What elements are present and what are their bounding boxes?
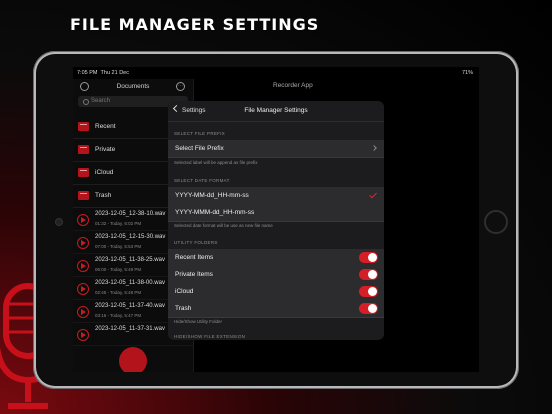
prefix-row-label: Select File Prefix	[175, 145, 224, 152]
utility-row-icloud: iCloud	[168, 283, 384, 301]
search-icon	[83, 99, 89, 105]
sidebar-header: Documents ···	[73, 79, 193, 95]
status-date: Thu 21 Dec	[100, 70, 129, 76]
play-icon[interactable]	[77, 306, 89, 318]
section-prefix-header: SELECT FILE PREFIX	[174, 131, 226, 136]
utility-footer: Hide/Show Utility Folder	[174, 319, 223, 324]
recording-meta: 03:16 - Today, 5:47 PM	[95, 313, 142, 318]
record-button[interactable]	[119, 347, 147, 372]
date-format-option[interactable]: YYYY-MMM-dd_HH-mm-ss	[168, 204, 384, 222]
section-utility-header: UTILITY FOLDERS	[174, 240, 218, 245]
play-icon[interactable]	[77, 214, 89, 226]
select-prefix-row[interactable]: Select File Prefix	[168, 140, 384, 158]
recording-name: 2023-12-05_11-38-25.wav	[95, 257, 165, 263]
recording-name: 2023-12-05_12-38-10.wav	[95, 211, 166, 217]
status-bar: 7:05 PM Thu 21 Dec 71%	[73, 67, 479, 79]
date-option-label: YYYY-MM-dd_HH-mm-ss	[175, 192, 249, 199]
folder-label: Trash	[95, 192, 112, 199]
app-screen: 7:05 PM Thu 21 Dec 71% Documents ··· Sea…	[73, 67, 479, 372]
utility-label: Recent Items	[175, 254, 214, 261]
main-title: Recorder App	[273, 82, 313, 89]
home-button[interactable]	[484, 210, 508, 234]
folder-label: Private	[95, 146, 116, 153]
utility-row-trash: Trash	[168, 300, 384, 318]
folder-icon	[78, 122, 89, 131]
section-extension-header: HIDE/SHOW FILE EXTENSION	[174, 334, 246, 339]
utility-label: Private Items	[175, 271, 213, 278]
prefix-footer: Selected label will be append as file pr…	[174, 160, 258, 165]
status-time: 7:05 PM	[77, 70, 98, 76]
recording-name: 2023-12-05_12-15-30.wav	[95, 234, 166, 240]
modal-title: File Manager Settings	[244, 107, 308, 114]
date-format-option[interactable]: YYYY-MM-dd_HH-mm-ss	[168, 187, 384, 205]
play-icon[interactable]	[77, 283, 89, 295]
battery-level: 71%	[461, 70, 473, 76]
date-option-label: YYYY-MMM-dd_HH-mm-ss	[175, 209, 255, 216]
folder-label: Recent	[95, 123, 116, 130]
recording-name: 2023-12-05_11-37-40.wav	[95, 303, 165, 309]
recording-meta: 06:00 - Today, 5:49 PM	[95, 267, 142, 272]
settings-modal: Settings File Manager Settings SELECT FI…	[168, 101, 384, 340]
utility-label: Trash	[175, 305, 192, 312]
utility-row-private: Private Items	[168, 266, 384, 284]
checkmark-icon	[369, 190, 377, 199]
utility-row-recent: Recent Items	[168, 249, 384, 267]
cloud-icon	[78, 168, 89, 177]
folder-label: iCloud	[95, 169, 114, 176]
date-footer: Selected date format will be use as new …	[174, 223, 273, 228]
utility-label: iCloud	[175, 288, 194, 295]
play-icon[interactable]	[77, 260, 89, 272]
recording-meta: 01:32 - Today, 6:02 PM	[95, 221, 142, 226]
folder-icon	[78, 145, 89, 154]
recording-name: 2023-12-05_11-37-31.wav	[95, 326, 165, 332]
sidebar-title: Documents	[116, 83, 150, 90]
modal-header: Settings File Manager Settings	[168, 101, 384, 122]
toggle-switch[interactable]	[359, 286, 378, 297]
recording-name: 2023-12-05_11-38-00.wav	[95, 280, 165, 286]
trash-icon	[78, 191, 89, 200]
camera-icon	[55, 218, 63, 226]
toggle-switch[interactable]	[359, 252, 378, 263]
recording-meta: 07:00 - Today, 5:53 PM	[95, 244, 142, 249]
search-placeholder: Search	[91, 98, 111, 104]
page-headline: FILE MANAGER SETTINGS	[70, 15, 320, 34]
more-icon[interactable]: ···	[176, 82, 185, 91]
toggle-switch[interactable]	[359, 269, 378, 280]
recording-meta: 02:45 - Today, 5:48 PM	[95, 290, 142, 295]
chevron-right-icon	[371, 145, 377, 151]
play-icon[interactable]	[77, 329, 89, 341]
section-date-header: SELECT DATE FORMAT	[174, 178, 230, 183]
toggle-switch[interactable]	[359, 303, 378, 314]
play-icon[interactable]	[77, 237, 89, 249]
